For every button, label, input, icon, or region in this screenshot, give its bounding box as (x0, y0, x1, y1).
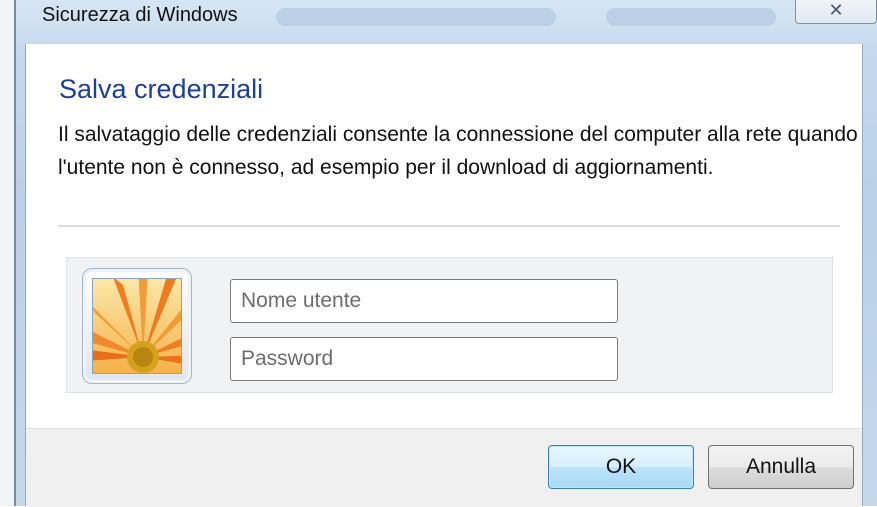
separator (58, 225, 840, 227)
title-bar-blur (606, 8, 776, 26)
password-field[interactable] (230, 337, 618, 381)
window-title: Sicurezza di Windows (42, 4, 238, 26)
ok-button[interactable]: OK (548, 445, 694, 489)
user-tile (82, 268, 192, 384)
window-frame: Sicurezza di Windows ✕ Salva credenziali… (0, 0, 877, 507)
credential-panel (66, 257, 833, 393)
close-icon: ✕ (828, 0, 844, 21)
user-tile-flower-icon (92, 278, 182, 374)
dialog-footer: OK Annulla (26, 428, 862, 507)
dialog-heading: Salva credenziali (59, 74, 264, 104)
dialog-description: Il salvataggio delle credenziali consent… (58, 123, 858, 179)
cancel-button[interactable]: Annulla (708, 445, 854, 489)
save-credentials-dialog: Salva credenziali Il salvataggio delle c… (25, 44, 863, 507)
background-window-edge (0, 0, 16, 506)
close-button[interactable]: ✕ (795, 0, 877, 24)
title-bar-blur (276, 8, 556, 26)
username-field[interactable] (230, 279, 618, 323)
title-bar[interactable]: Sicurezza di Windows ✕ (16, 0, 877, 44)
